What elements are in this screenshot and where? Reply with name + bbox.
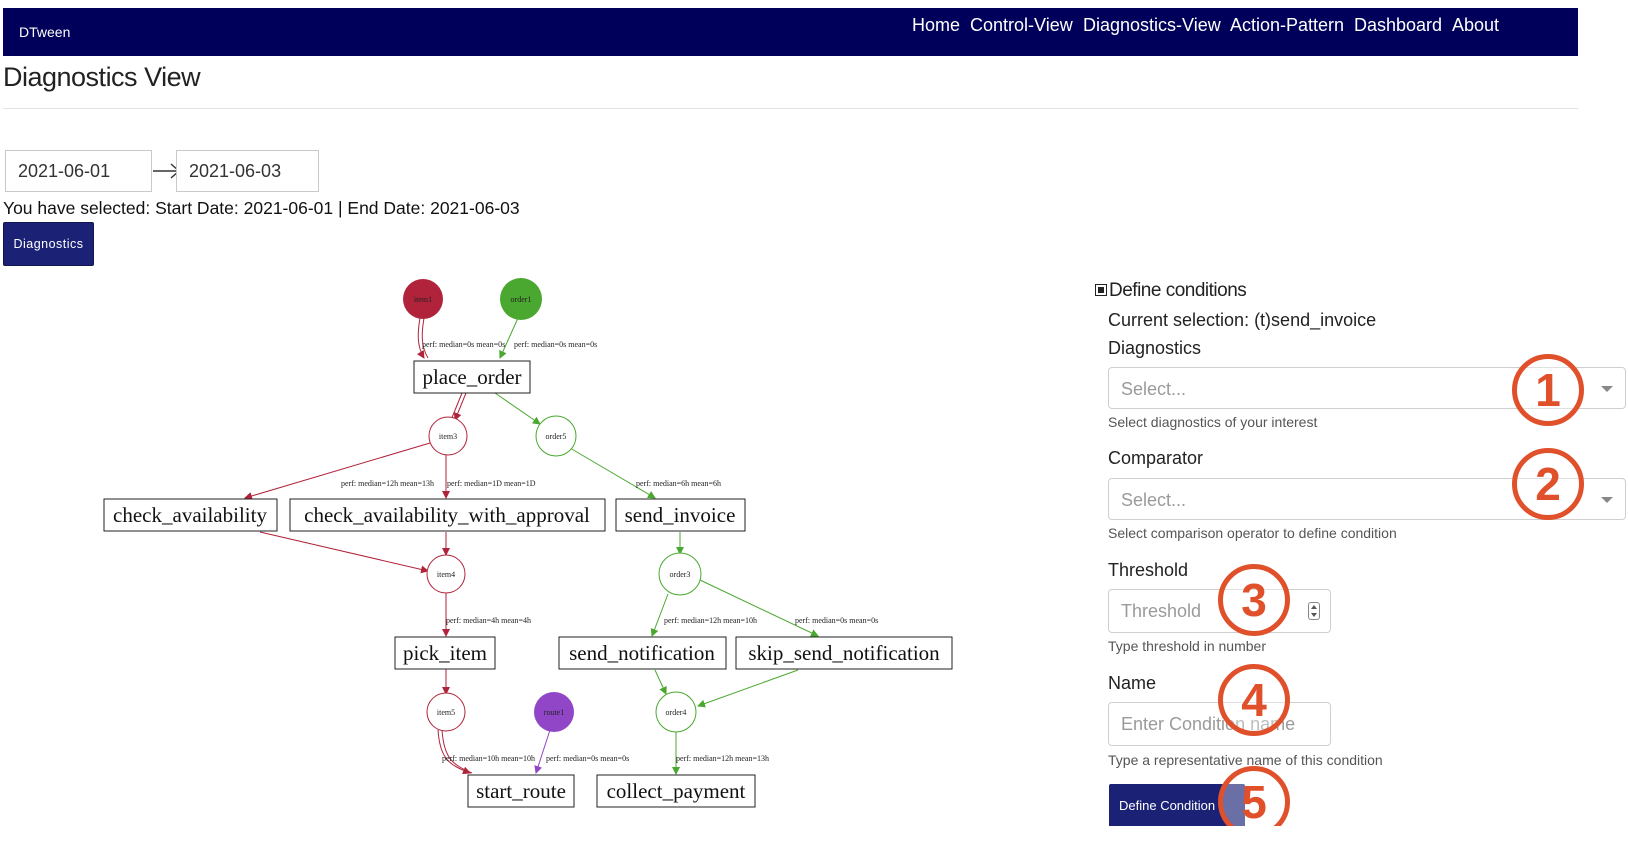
transition-start-route[interactable]: start_route xyxy=(467,774,575,808)
start-date-input[interactable]: 2021-06-01 xyxy=(5,150,152,192)
diagnostics-help: Select diagnostics of your interest xyxy=(1108,414,1318,430)
chevron-down-icon xyxy=(1601,497,1613,503)
diagnostics-label: Diagnostics xyxy=(1108,338,1202,358)
svg-text:collect_payment: collect_payment xyxy=(607,779,746,803)
annotation-badge-1: 1 xyxy=(1512,354,1584,426)
annotation-badge-2: 2 xyxy=(1512,448,1584,520)
brand-logo[interactable]: DTween xyxy=(19,24,70,40)
nav-control-view[interactable]: Control-View xyxy=(970,15,1073,36)
place-item3[interactable]: item3 xyxy=(428,416,468,456)
svg-text:pick_item: pick_item xyxy=(403,641,487,665)
svg-text:item4: item4 xyxy=(437,570,455,579)
svg-text:order5: order5 xyxy=(546,432,567,441)
place-order4[interactable]: order4 xyxy=(655,691,697,733)
edge-label: perf: median=1D mean=1D xyxy=(447,479,536,488)
conditions-panel: Define conditions Current selection: (t)… xyxy=(1092,0,1628,854)
edge-label: perf: median=12h mean=10h xyxy=(664,616,757,625)
transition-send-notification[interactable]: send_notification xyxy=(558,636,727,670)
svg-text:place_order: place_order xyxy=(422,365,521,389)
place-item5[interactable]: item5 xyxy=(426,692,466,732)
bottom-fade xyxy=(0,826,1628,854)
edge-label: perf: median=6h mean=6h xyxy=(636,479,721,488)
transition-skip-send-notification[interactable]: skip_send_notification xyxy=(735,636,953,670)
place-item4[interactable]: item4 xyxy=(426,554,466,594)
transition-check-availability-with-approval[interactable]: check_availability_with_approval xyxy=(289,498,606,532)
svg-text:item5: item5 xyxy=(437,708,455,717)
chevron-down-icon xyxy=(1601,386,1613,392)
object-place-item1[interactable]: item1 xyxy=(403,279,443,319)
collapse-toggle-icon[interactable] xyxy=(1095,284,1107,296)
edge-label: perf: median=0s mean=0s xyxy=(546,754,629,763)
transition-collect-payment[interactable]: collect_payment xyxy=(596,774,756,808)
object-place-route1[interactable]: route1 xyxy=(534,692,574,732)
diagnostics-placeholder: Select... xyxy=(1121,379,1187,399)
comparator-label: Comparator xyxy=(1108,448,1204,468)
threshold-placeholder: Threshold xyxy=(1121,601,1202,621)
process-graph: perf: median=0s mean=0s perf: median=0s … xyxy=(103,278,953,808)
conditions-header-text: Define conditions xyxy=(1109,280,1247,301)
date-selection-text: You have selected: Start Date: 2021-06-0… xyxy=(3,198,520,218)
transition-place-order[interactable]: place_order xyxy=(413,360,531,394)
comparator-help: Select comparison operator to define con… xyxy=(1108,525,1397,541)
annotation-badge-4: 4 xyxy=(1218,664,1290,736)
edge-label: perf: median=0s mean=0s xyxy=(422,340,505,349)
svg-text:order3: order3 xyxy=(670,570,691,579)
svg-text:send_invoice: send_invoice xyxy=(625,503,736,527)
svg-text:route1: route1 xyxy=(544,708,564,717)
object-place-order1[interactable]: order1 xyxy=(500,278,542,320)
name-help: Type a representative name of this condi… xyxy=(1108,752,1383,768)
edge-label: perf: median=10h mean=10h xyxy=(442,754,535,763)
place-order5[interactable]: order5 xyxy=(535,415,577,457)
name-label: Name xyxy=(1108,673,1157,693)
nav-home[interactable]: Home xyxy=(912,15,960,36)
svg-text:check_availability_with_approv: check_availability_with_approval xyxy=(304,503,590,527)
svg-text:skip_send_notification: skip_send_notification xyxy=(748,641,940,665)
svg-text:order4: order4 xyxy=(666,708,687,717)
transition-send-invoice[interactable]: send_invoice xyxy=(615,498,746,532)
svg-text:order1: order1 xyxy=(511,295,532,304)
edge-label: perf: median=12h mean=13h xyxy=(341,479,434,488)
transition-pick-item[interactable]: pick_item xyxy=(394,636,496,670)
svg-text:item3: item3 xyxy=(439,432,457,441)
diagnostics-button[interactable]: Diagnostics xyxy=(3,222,94,266)
edge-label: perf: median=0s mean=0s xyxy=(795,616,878,625)
edge-label: perf: median=12h mean=13h xyxy=(676,754,769,763)
svg-text:start_route: start_route xyxy=(476,779,566,803)
svg-text:send_notification: send_notification xyxy=(569,641,715,665)
annotation-badge-3: 3 xyxy=(1218,564,1290,636)
edge-label: perf: median=0s mean=0s xyxy=(514,340,597,349)
route-edge xyxy=(534,729,551,774)
threshold-label: Threshold xyxy=(1108,560,1189,580)
edge-label: perf: median=4h mean=4h xyxy=(446,616,531,625)
place-order3[interactable]: order3 xyxy=(658,552,702,596)
number-spinner-icon[interactable] xyxy=(1308,602,1320,620)
current-selection: Current selection: (t)send_invoice xyxy=(1108,310,1377,330)
edge-labels: perf: median=0s mean=0s perf: median=0s … xyxy=(341,340,878,763)
comparator-placeholder: Select... xyxy=(1121,490,1187,510)
page-title: Diagnostics View xyxy=(3,62,201,92)
svg-text:item1: item1 xyxy=(414,295,432,304)
conditions-header[interactable]: Define conditions xyxy=(1095,280,1247,302)
end-date-input[interactable]: 2021-06-03 xyxy=(176,150,319,192)
transition-check-availability[interactable]: check_availability xyxy=(103,498,278,532)
threshold-help: Type threshold in number xyxy=(1108,638,1266,654)
svg-text:check_availability: check_availability xyxy=(113,503,267,527)
